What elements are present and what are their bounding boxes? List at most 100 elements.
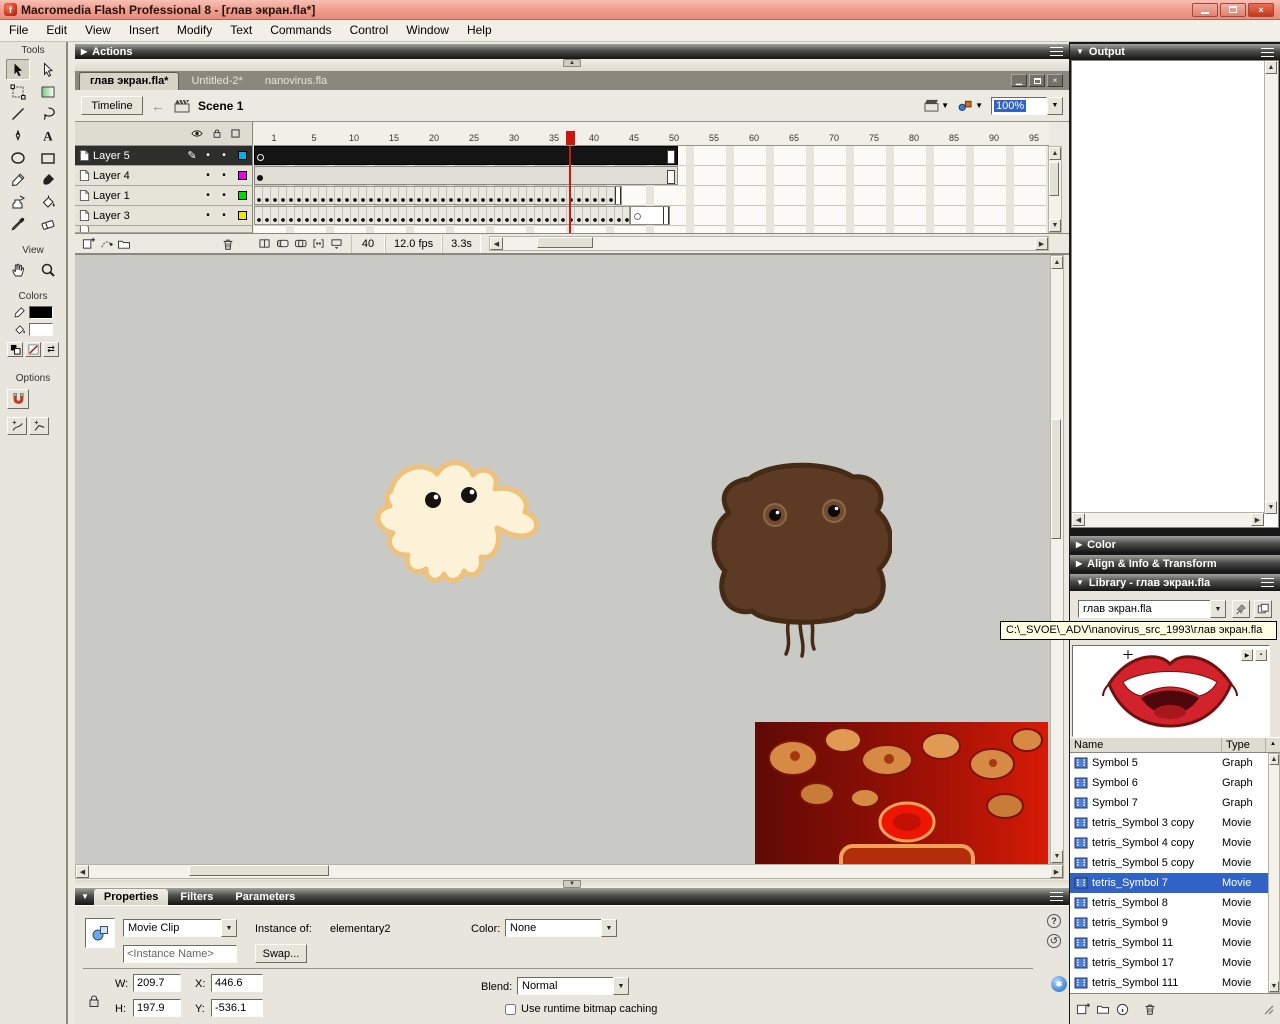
ink-bottle-tool-button[interactable] bbox=[6, 191, 30, 212]
menu-item[interactable]: View bbox=[76, 20, 120, 41]
item-properties-button[interactable] bbox=[1116, 1003, 1129, 1016]
current-frame-indicator[interactable]: 40 bbox=[351, 235, 385, 253]
y-input[interactable] bbox=[211, 999, 263, 1017]
width-input[interactable] bbox=[133, 974, 181, 992]
scroll-down-button[interactable]: ▼ bbox=[1265, 501, 1277, 514]
stage-canvas[interactable] bbox=[75, 255, 1050, 864]
scroll-left-button[interactable]: ◀ bbox=[490, 237, 503, 250]
menu-item[interactable]: Commands bbox=[261, 20, 340, 41]
layer-row[interactable]: Layer 5 ✎ • • bbox=[75, 146, 252, 166]
onion-skin-outlines-button[interactable] bbox=[291, 236, 309, 252]
symbol-behavior-dropdown[interactable]: Movie Clip▼ bbox=[123, 919, 237, 937]
rectangle-tool-button[interactable] bbox=[36, 147, 60, 168]
selection-tool-button[interactable] bbox=[6, 59, 30, 80]
menu-item[interactable]: Text bbox=[221, 20, 261, 41]
library-list-scrollbar[interactable]: ▲ ▼ bbox=[1268, 753, 1280, 993]
gradient-transform-tool-button[interactable] bbox=[36, 81, 60, 102]
scrollbar-track[interactable] bbox=[1049, 160, 1061, 219]
layer-lock-dot[interactable]: • bbox=[216, 210, 232, 221]
scroll-down-button[interactable]: ▼ bbox=[1049, 219, 1061, 232]
outline-column-icon[interactable] bbox=[231, 129, 240, 138]
panel-menu-icon[interactable] bbox=[1261, 578, 1274, 587]
close-button[interactable]: × bbox=[1248, 3, 1274, 17]
restore-button[interactable] bbox=[1220, 3, 1246, 17]
scrollbar-track[interactable] bbox=[1265, 74, 1278, 501]
scroll-down-button[interactable]: ▼ bbox=[1269, 981, 1279, 992]
layer-row[interactable]: Layer 4 ✎ • • bbox=[75, 166, 252, 186]
delete-item-button[interactable] bbox=[1143, 1002, 1157, 1016]
menu-item[interactable]: Control bbox=[341, 20, 398, 41]
scroll-up-button[interactable]: ▲ bbox=[1049, 147, 1061, 160]
color-panel-header[interactable]: ▶ Color bbox=[1070, 536, 1280, 553]
color-effect-dropdown[interactable]: None▼ bbox=[505, 919, 617, 937]
edit-scene-button[interactable]: ▼ bbox=[923, 99, 949, 112]
scrollbar-thumb[interactable] bbox=[537, 237, 593, 248]
timeline-toggle-button[interactable]: Timeline bbox=[81, 96, 143, 115]
brown-blob-character[interactable] bbox=[707, 453, 892, 663]
minimize-button[interactable] bbox=[1192, 3, 1218, 17]
scroll-right-button[interactable]: ▶ bbox=[1035, 237, 1048, 250]
layer-visibility-dot[interactable]: • bbox=[200, 190, 216, 201]
swap-button[interactable]: Swap... bbox=[255, 944, 307, 963]
menu-item[interactable]: Window bbox=[397, 20, 458, 41]
insert-layer-folder-button[interactable] bbox=[115, 236, 133, 252]
update-notification-icon[interactable]: ✱ bbox=[1051, 976, 1067, 992]
frame-span-layer1[interactable] bbox=[254, 186, 622, 205]
frame-ruler[interactable]: 15101520253035404550556065707580859095 bbox=[254, 122, 1049, 146]
library-item-row[interactable]: tetris_Symbol 17 Movie bbox=[1070, 953, 1268, 973]
layer-visibility-dot[interactable]: • bbox=[200, 210, 216, 221]
library-item-name[interactable]: tetris_Symbol 11 bbox=[1092, 937, 1173, 949]
free-transform-tool-button[interactable] bbox=[6, 81, 30, 102]
snap-to-objects-button[interactable] bbox=[7, 389, 29, 409]
library-item-name[interactable]: tetris_Symbol 111 bbox=[1092, 977, 1178, 989]
scrollbar-thumb[interactable] bbox=[189, 865, 329, 876]
actions-panel-header[interactable]: ▶ Actions bbox=[75, 44, 1069, 59]
no-color-button[interactable] bbox=[25, 342, 41, 357]
x-input[interactable] bbox=[211, 974, 263, 992]
scrollbar-track[interactable] bbox=[503, 237, 1035, 250]
pencil-tool-button[interactable] bbox=[6, 169, 30, 190]
straighten-button[interactable] bbox=[29, 417, 49, 435]
layer-lock-dot[interactable]: • bbox=[216, 150, 232, 161]
scrollbar-track[interactable] bbox=[1051, 269, 1063, 850]
library-item-row[interactable]: tetris_Symbol 9 Movie bbox=[1070, 913, 1268, 933]
scroll-right-button[interactable]: ▶ bbox=[1050, 865, 1063, 878]
scroll-up-button[interactable]: ▲ bbox=[1269, 754, 1279, 765]
brush-tool-button[interactable] bbox=[36, 169, 60, 190]
properties-tab[interactable]: Parameters bbox=[225, 889, 305, 905]
output-horizontal-scrollbar[interactable]: ◀ ▶ bbox=[1072, 512, 1264, 527]
new-symbol-button[interactable] bbox=[1076, 1002, 1090, 1016]
document-tab[interactable]: глав экран.fla* bbox=[79, 72, 179, 90]
constrain-lock-icon[interactable] bbox=[88, 994, 100, 1008]
stroke-color-swatch[interactable] bbox=[29, 306, 53, 319]
panel-collapse-handle[interactable]: ▼ bbox=[563, 880, 581, 888]
layer-outline-swatch-cell[interactable] bbox=[232, 211, 252, 220]
help-icon[interactable]: ? bbox=[1047, 914, 1061, 928]
scrollbar-track[interactable] bbox=[1085, 513, 1251, 527]
panel-menu-icon[interactable] bbox=[1050, 47, 1063, 56]
edit-symbols-button[interactable]: ▼ bbox=[957, 99, 983, 112]
default-colors-button[interactable] bbox=[7, 342, 23, 357]
document-tab[interactable]: Untitled-2* bbox=[181, 73, 252, 90]
layer-row[interactable]: Layer 1 ✎ • • bbox=[75, 186, 252, 206]
library-item-name[interactable]: tetris_Symbol 4 copy bbox=[1092, 837, 1194, 849]
blend-mode-dropdown[interactable]: Normal▼ bbox=[517, 977, 629, 995]
document-close-button[interactable]: × bbox=[1047, 74, 1063, 87]
panel-resize-grip[interactable] bbox=[1262, 1003, 1274, 1015]
zoom-dropdown-button[interactable]: ▼ bbox=[1047, 97, 1063, 115]
panel-menu-icon[interactable] bbox=[1050, 892, 1063, 901]
layer-row[interactable]: Layer 3 ✎ • • bbox=[75, 206, 252, 226]
frame-span-layer3-empty[interactable] bbox=[630, 206, 670, 225]
document-tab[interactable]: nanovirus.fla bbox=[255, 73, 337, 90]
instance-name-input[interactable] bbox=[123, 945, 237, 963]
red-artwork-bitmap[interactable] bbox=[755, 722, 1048, 864]
scroll-left-button[interactable]: ◀ bbox=[1072, 513, 1085, 526]
lasso-tool-button[interactable] bbox=[36, 103, 60, 124]
preview-play-button[interactable]: ▶ bbox=[1241, 649, 1253, 661]
panel-menu-icon[interactable] bbox=[1261, 48, 1274, 57]
layer-visibility-dot[interactable]: • bbox=[200, 170, 216, 181]
back-arrow-icon[interactable]: ← bbox=[151, 98, 165, 114]
add-motion-guide-button[interactable] bbox=[97, 236, 115, 252]
library-item-name[interactable]: tetris_Symbol 9 bbox=[1092, 917, 1168, 929]
frame-span-layer3[interactable] bbox=[254, 206, 630, 225]
